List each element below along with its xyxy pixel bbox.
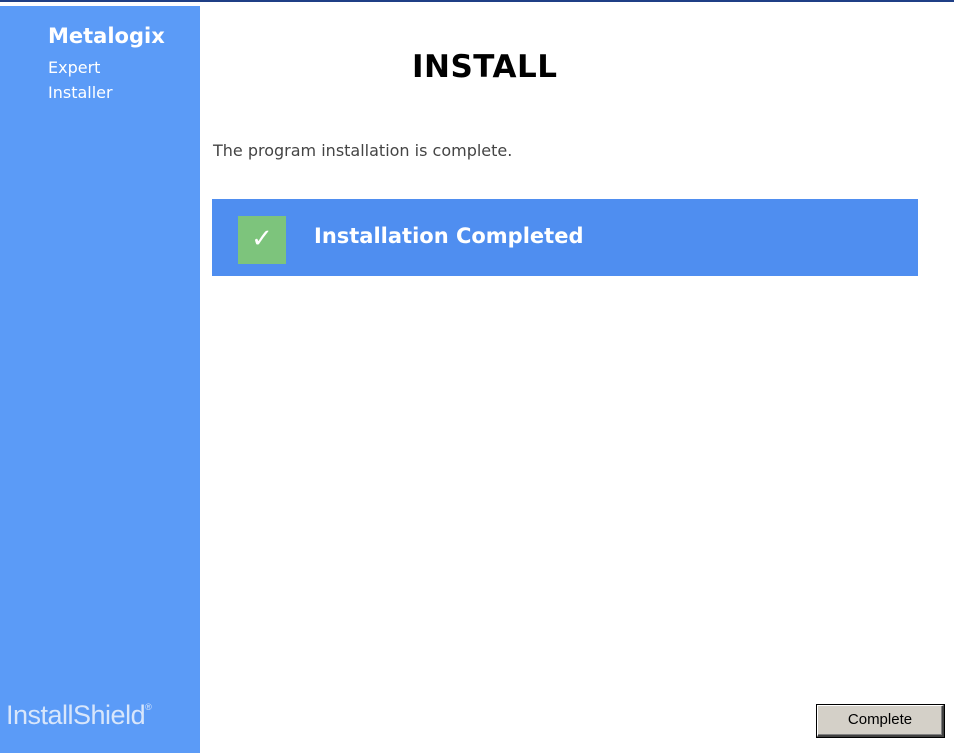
installshield-logo: InstallShield® [6, 700, 152, 731]
complete-button[interactable]: Complete [817, 705, 944, 737]
sidebar: Metalogix Expert Installer InstallShield… [0, 6, 200, 753]
brand-subtitle-line2: Installer [48, 83, 113, 102]
brand-subtitle-line1: Expert [48, 58, 101, 77]
status-banner: ✓ Installation Completed [212, 199, 918, 276]
installer-window: Metalogix Expert Installer InstallShield… [0, 0, 954, 753]
installshield-logo-text: InstallShield [6, 700, 146, 730]
check-icon: ✓ [238, 216, 286, 264]
status-label: Installation Completed [314, 224, 584, 248]
page-title: INSTALL [412, 49, 558, 85]
installshield-logo-mark: ® [145, 702, 152, 712]
brand-name: Metalogix [48, 24, 165, 48]
status-message: The program installation is complete. [213, 141, 513, 160]
